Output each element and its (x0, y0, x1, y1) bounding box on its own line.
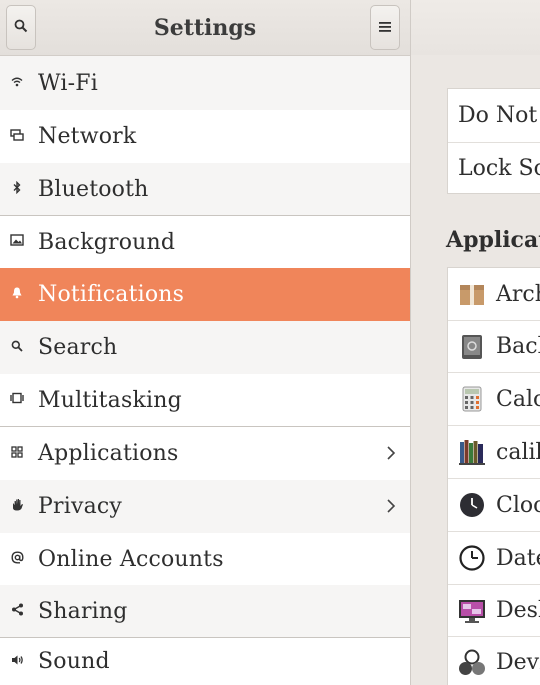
sidebar-item-label: Sharing (38, 598, 128, 624)
at-icon (10, 550, 24, 568)
content-header (411, 0, 540, 55)
devices-icon (458, 649, 486, 677)
lock-screen-notifications-label: Lock Screen Notifications (458, 156, 540, 181)
search-icon (10, 340, 24, 356)
sidebar: Wi-Fi Network Bluetooth Background Notif… (0, 56, 410, 685)
bell-icon (10, 286, 24, 303)
app-label: Desktop (496, 598, 540, 623)
grid-icon (10, 445, 24, 462)
sidebar-item-label: Search (38, 335, 118, 360)
sidebar-item-label: Online Accounts (38, 546, 224, 572)
sidebar-item-background[interactable]: Background (0, 216, 410, 268)
sidebar-item-label: Network (38, 124, 137, 149)
hand-icon (10, 498, 24, 515)
sidebar-item-online-accounts[interactable]: Online Accounts (0, 533, 410, 585)
lock-screen-notifications-row[interactable]: Lock Screen Notifications (448, 143, 540, 194)
app-label: Backups (496, 334, 540, 359)
app-row[interactable]: Archive Manager (448, 268, 540, 320)
app-row[interactable]: calibre (448, 426, 540, 478)
app-label: Calculator (496, 386, 540, 412)
chevron-right-icon (386, 442, 396, 466)
calculator-icon (458, 385, 486, 413)
app-row[interactable]: Calculator (448, 373, 540, 425)
calibre-icon (458, 438, 486, 466)
date-time-icon (458, 544, 486, 572)
app-row[interactable]: Date & Time (448, 532, 540, 584)
notification-settings-card: Do Not Disturb Lock Screen Notifications (447, 88, 540, 194)
app-label: Clocks (496, 492, 540, 518)
app-row[interactable]: Backups (448, 321, 540, 372)
sidebar-item-label: Applications (38, 441, 179, 466)
sidebar-item-multitasking[interactable]: Multitasking (0, 374, 410, 426)
share-icon (10, 603, 24, 620)
sidebar-item-search[interactable]: Search (0, 321, 410, 374)
do-not-disturb-row[interactable]: Do Not Disturb (448, 89, 540, 142)
app-row[interactable]: Desktop (448, 585, 540, 636)
applications-section-title: Applications (446, 227, 540, 253)
app-label: Devices (496, 650, 540, 675)
sidebar-item-privacy[interactable]: Privacy (0, 480, 410, 533)
app-label: calibre (496, 439, 540, 465)
menu-button[interactable] (370, 5, 400, 50)
sidebar-item-label: Wi-Fi (38, 70, 98, 96)
speaker-icon (10, 654, 24, 670)
desktop-icon (458, 597, 486, 625)
app-row[interactable]: Clocks (448, 479, 540, 531)
do-not-disturb-label: Do Not Disturb (458, 103, 540, 128)
sidebar-header: Settings (0, 0, 410, 56)
backups-icon (458, 333, 486, 361)
archive-icon (458, 280, 486, 308)
sidebar-item-label: Sound (38, 649, 110, 674)
chevron-right-icon (386, 495, 396, 519)
network-icon (10, 128, 24, 145)
sidebar-item-label: Multitasking (38, 387, 182, 413)
sidebar-item-applications[interactable]: Applications (0, 427, 410, 480)
sidebar-item-network[interactable]: Network (0, 110, 410, 163)
wifi-icon (10, 76, 24, 91)
hamburger-menu-icon (378, 18, 392, 37)
applications-list: Archive Manager Backups Calculator calib… (447, 267, 540, 685)
sidebar-item-bluetooth[interactable]: Bluetooth (0, 163, 410, 215)
app-label: Archive Manager (496, 281, 540, 307)
multitasking-icon (10, 392, 24, 408)
bluetooth-icon (10, 180, 24, 198)
sidebar-item-label: Background (38, 229, 176, 255)
background-icon (10, 234, 24, 250)
sidebar-item-label: Bluetooth (38, 176, 149, 202)
sidebar-item-sharing[interactable]: Sharing (0, 585, 410, 637)
sidebar-item-sound[interactable]: Sound (0, 638, 410, 685)
app-label: Date & Time (496, 545, 540, 571)
sidebar-item-notifications[interactable]: Notifications (0, 268, 410, 321)
sidebar-item-wifi[interactable]: Wi-Fi (0, 56, 410, 110)
sidebar-item-label: Privacy (38, 494, 123, 519)
app-row[interactable]: Devices (448, 637, 540, 685)
notifications-panel: Do Not Disturb Lock Screen Notifications… (411, 55, 540, 685)
clock-icon (458, 491, 486, 519)
page-title: Settings (153, 14, 257, 41)
sidebar-item-label: Notifications (38, 282, 185, 307)
